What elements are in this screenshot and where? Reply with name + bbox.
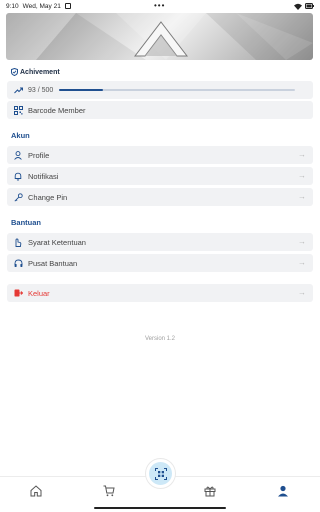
trending-up-icon [13, 85, 23, 95]
hand-icon [13, 237, 23, 247]
nav-profile[interactable] [276, 484, 290, 498]
section-title-account: Akun [11, 131, 30, 140]
gift-icon [204, 486, 216, 497]
status-dots: ••• [154, 1, 166, 10]
terms-label: Syarat Ketentuan [28, 237, 86, 247]
arrow-right-icon: → [298, 171, 306, 180]
wifi-icon [294, 3, 302, 10]
achievement-title: Achivement [11, 68, 60, 76]
arrow-right-icon: → [298, 258, 306, 267]
change-pin-label: Change Pin [28, 192, 68, 202]
progress-value-text: 93 / 500 [28, 86, 54, 94]
nav-cart[interactable] [102, 484, 116, 498]
arrow-right-icon: → [298, 192, 306, 201]
section-title-help: Bantuan [11, 218, 41, 227]
notification-icon [64, 3, 71, 9]
battery-icon [305, 3, 314, 9]
nav-gift[interactable] [203, 484, 217, 498]
support-label: Pusat Bantuan [28, 258, 78, 268]
arrow-right-icon: → [298, 288, 306, 297]
bell-icon [13, 171, 23, 181]
user-icon [13, 150, 23, 160]
logout-icon [13, 288, 23, 298]
nav-home[interactable] [29, 484, 43, 498]
status-date: Wed, May 21 [22, 2, 61, 10]
profile-label: Profile [28, 150, 50, 160]
achievement-title-text: Achivement [20, 68, 60, 76]
logout-row[interactable]: Keluar → [7, 284, 313, 302]
home-icon [30, 485, 42, 497]
qr-code-icon [13, 105, 23, 115]
app-version: Version 1.2 [144, 336, 176, 342]
shield-check-icon [11, 68, 18, 76]
arrow-right-icon: → [298, 237, 306, 246]
logout-label: Keluar [28, 288, 50, 298]
key-icon [13, 192, 23, 202]
barcode-member-label: Barcode Member [28, 105, 86, 115]
status-bar: 9:10 Wed, May 21 ••• [0, 0, 320, 12]
change-pin-row[interactable]: Change Pin → [7, 188, 313, 206]
profile-row[interactable]: Profile → [7, 146, 313, 164]
user-icon [278, 485, 288, 497]
progress-bar [59, 89, 296, 91]
notifications-row[interactable]: Notifikasi → [7, 167, 313, 185]
brand-logo [133, 21, 189, 57]
headset-icon [13, 258, 23, 268]
scan-icon [154, 467, 167, 480]
achievement-progress: 93 / 500 [7, 81, 313, 99]
arrow-right-icon: → [298, 150, 306, 159]
home-indicator [94, 507, 226, 509]
header-banner [6, 13, 313, 60]
scan-button[interactable] [146, 459, 175, 488]
notifications-label: Notifikasi [28, 171, 59, 181]
barcode-member-row[interactable]: Barcode Member [7, 101, 313, 119]
terms-row[interactable]: Syarat Ketentuan → [7, 233, 313, 251]
cart-icon [103, 485, 115, 497]
support-row[interactable]: Pusat Bantuan → [7, 254, 313, 272]
progress-bar-fill [59, 89, 104, 91]
status-time: 9:10 [6, 2, 19, 10]
